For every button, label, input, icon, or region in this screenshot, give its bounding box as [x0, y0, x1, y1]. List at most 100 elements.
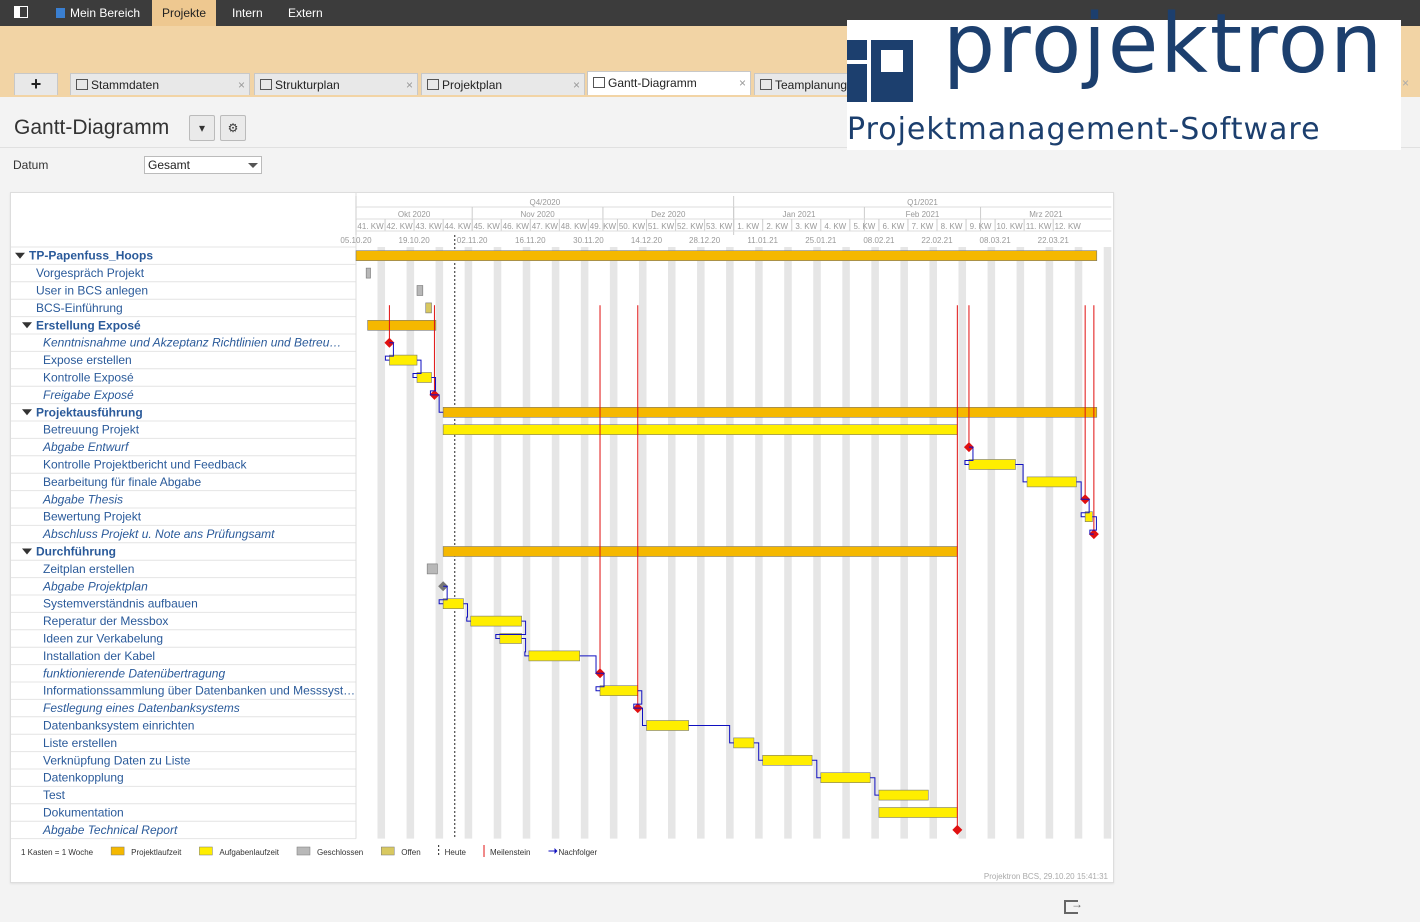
- view-menu-button[interactable]: ▾: [189, 115, 215, 141]
- task-name: BCS-Einführung: [36, 301, 123, 315]
- week-stripe: [900, 247, 908, 839]
- week-stripe: [1103, 247, 1112, 839]
- settings-button[interactable]: ⚙: [220, 115, 246, 141]
- tab-stammdaten[interactable]: Stammdaten ×: [70, 73, 250, 95]
- date-label: 11.01.21: [747, 236, 778, 245]
- task-bar: [425, 302, 432, 314]
- gantt-panel: Q4/2020 Q1/2021 Okt 2020 Nov 2020 Dez 2020 Ja…: [10, 192, 1114, 883]
- projektron-logo: projektron Projektmanagement-Software: [847, 4, 1401, 150]
- week-stripe: [929, 247, 937, 839]
- week-stripe: [493, 247, 502, 839]
- gear-icon: ⚙: [227, 121, 239, 135]
- week-label: 3. KW: [795, 222, 817, 231]
- close-icon[interactable]: ×: [739, 72, 746, 94]
- task-name: Vorgespräch Projekt: [36, 266, 145, 280]
- add-tab-button[interactable]: +: [14, 73, 58, 95]
- projektplan-icon: [427, 79, 439, 90]
- date-label: 05.10.20: [340, 236, 372, 245]
- task-name: Expose erstellen: [43, 353, 132, 367]
- home-icon: [56, 8, 65, 18]
- week-stripe: [406, 247, 415, 839]
- quarter-label: Q1/2021: [907, 198, 938, 207]
- task-name: Test: [43, 788, 66, 802]
- task-name: TP-Papenfuss_Hoops: [29, 249, 153, 263]
- close-icon[interactable]: ×: [1402, 76, 1409, 90]
- task-bar: [442, 424, 958, 435]
- task-bar: [733, 737, 755, 749]
- task-name: Festlegung eines Datenbanksystems: [43, 701, 240, 715]
- nav-mein-bereich[interactable]: Mein Bereich: [46, 0, 150, 26]
- close-icon[interactable]: ×: [573, 74, 580, 96]
- nav-extern[interactable]: Extern: [278, 0, 333, 26]
- date-label: 08.03.21: [980, 236, 1012, 245]
- task-name: funktionierende Datenübertragung: [43, 666, 225, 680]
- task-name: Ideen zur Verkabelung: [43, 632, 163, 646]
- task-name: Informationssammlung über Datenbanken un…: [43, 684, 355, 698]
- task-name: Kenntnisnahme und Akzeptanz Richtlinien …: [43, 336, 341, 350]
- task-bar: [599, 685, 639, 697]
- week-stripe: [377, 247, 386, 839]
- week-label: 9. KW: [970, 222, 992, 231]
- task-name: Liste erstellen: [43, 736, 117, 750]
- task-bar: [1026, 476, 1077, 488]
- datum-select[interactable]: Gesamt: [144, 156, 262, 174]
- task-name: Abschluss Projekt u. Note ans Prüfungsam…: [42, 527, 275, 541]
- week-stripe: [987, 247, 996, 839]
- task-bar: [820, 772, 871, 784]
- sidebar-toggle-icon[interactable]: [14, 6, 28, 18]
- week-stripe: [638, 247, 647, 839]
- week-label: 45. KW: [474, 222, 501, 231]
- date-label: 25.01.21: [805, 236, 837, 245]
- week-label: 52. KW: [677, 222, 704, 231]
- task-name: User in BCS anlegen: [36, 284, 148, 298]
- legend-swatch: [199, 846, 213, 856]
- datum-label: Datum: [13, 158, 49, 172]
- tab-projektplan[interactable]: Projektplan ×: [421, 73, 585, 95]
- week-stripe: [1016, 247, 1025, 839]
- export-icon[interactable]: [1064, 897, 1083, 914]
- date-label: 08.02.21: [863, 236, 895, 245]
- week-label: 51. KW: [648, 222, 675, 231]
- task-name: Erstellung Exposé: [36, 318, 141, 332]
- date-label: 22.03.21: [1038, 236, 1070, 245]
- logo-tagline: Projektmanagement-Software: [847, 112, 1321, 147]
- tab-strukturplan[interactable]: Strukturplan ×: [254, 73, 418, 95]
- task-bar: [968, 459, 1016, 470]
- task-name: Projektausführung: [36, 405, 143, 419]
- date-label: 19.10.20: [399, 236, 431, 245]
- logo-wordmark: projektron: [943, 0, 1385, 92]
- week-label: 6. KW: [883, 222, 905, 231]
- legend-label: Projektlaufzeit: [131, 848, 182, 857]
- week-stripe: [435, 247, 444, 839]
- legend-label: Geschlossen: [317, 848, 363, 857]
- week-label: 11. KW: [1026, 222, 1052, 231]
- week-label: 7. KW: [912, 222, 934, 231]
- nav-projekte[interactable]: Projekte: [152, 0, 217, 26]
- task-bar: [878, 807, 958, 818]
- task-name: Durchführung: [36, 545, 116, 559]
- tab-gantt-diagramm[interactable]: Gantt-Diagramm ×: [587, 71, 751, 95]
- legend-swatch: [296, 846, 311, 856]
- task-bar: [367, 320, 437, 331]
- strukturplan-icon: [260, 79, 272, 90]
- gantt-chart: Q4/2020 Q1/2021 Okt 2020 Nov 2020 Dez 2020 Ja…: [11, 193, 1112, 881]
- week-stripe: [609, 247, 618, 839]
- date-label: 14.12.20: [631, 236, 663, 245]
- week-label: 48. KW: [561, 222, 588, 231]
- week-stripe: [871, 247, 879, 839]
- task-bar: [762, 754, 813, 766]
- task-name: Abgabe Projektplan: [42, 579, 148, 593]
- close-icon[interactable]: ×: [238, 74, 245, 96]
- week-stripe: [667, 247, 676, 839]
- tab-teamplanung[interactable]: Teamplanung: [754, 73, 854, 95]
- week-label: 2. KW: [766, 222, 788, 231]
- nav-intern[interactable]: Intern: [222, 0, 273, 26]
- chevron-down-icon: [248, 163, 258, 168]
- task-name: Dokumentation: [43, 806, 124, 820]
- month-label: Jan 2021: [783, 210, 816, 219]
- date-label: 22.02.21: [921, 236, 953, 245]
- task-bar: [426, 563, 438, 575]
- task-name: Betreuung Projekt: [43, 423, 140, 437]
- legend-swatch: [554, 848, 558, 854]
- close-icon[interactable]: ×: [406, 74, 413, 96]
